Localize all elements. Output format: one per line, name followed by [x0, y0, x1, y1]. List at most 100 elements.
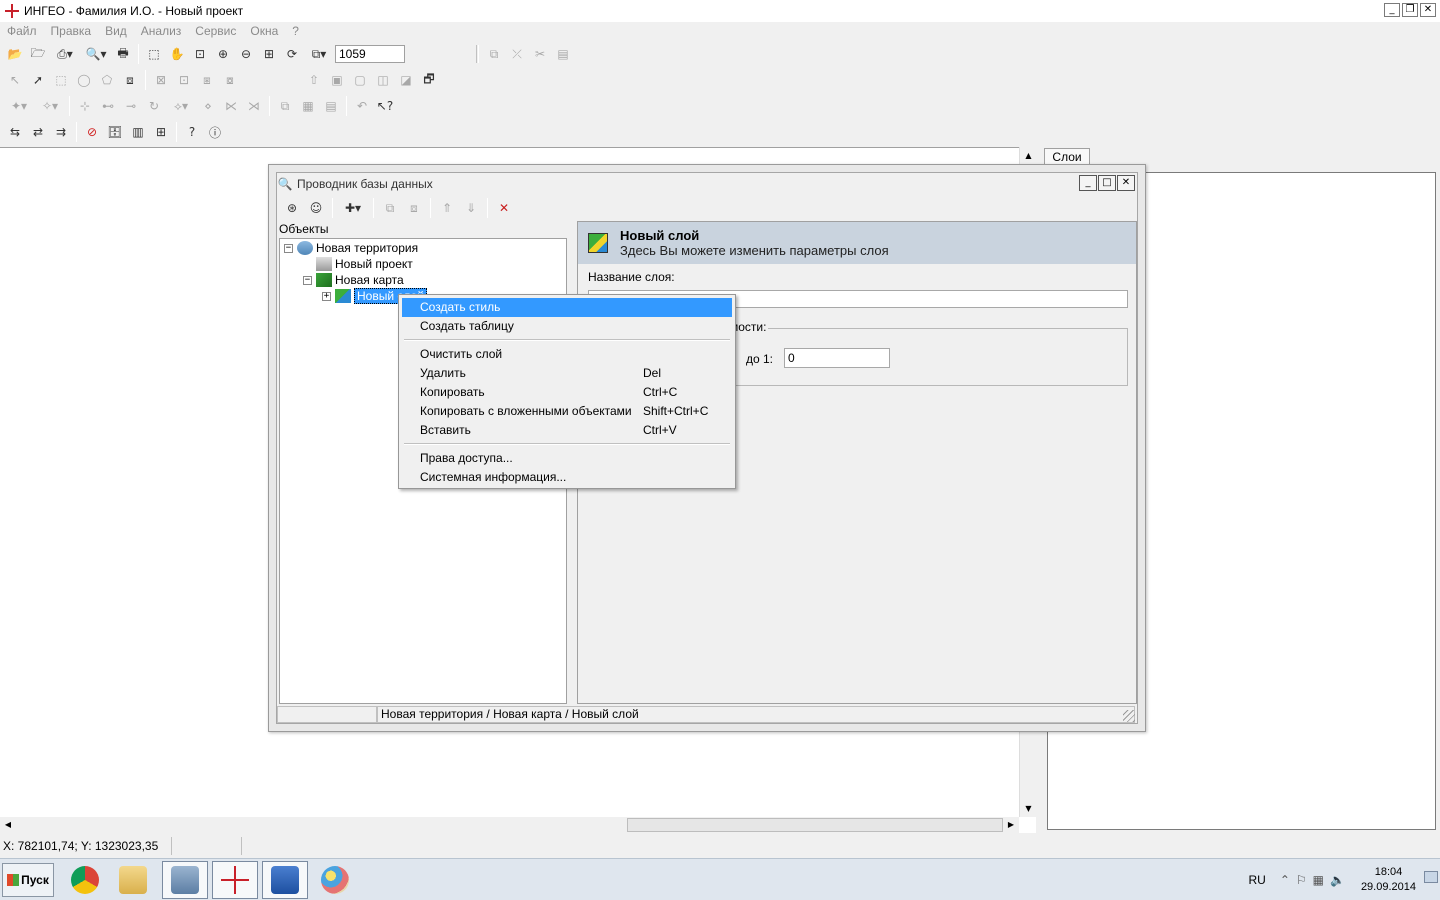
map-horizontal-scrollbar[interactable]: ◀ ▶: [0, 817, 1019, 833]
zoom-out-icon[interactable]: ⊖: [235, 43, 257, 65]
dialog-titlebar[interactable]: 🔍 Проводник базы данных _ □ ✕: [277, 173, 1137, 195]
volume-icon[interactable]: 🔈: [1330, 873, 1345, 887]
user-icon[interactable]: ☺: [305, 197, 327, 219]
menu-copy-nested[interactable]: Копировать с вложенными объектами Shift+…: [402, 402, 732, 421]
chrome-icon: [71, 866, 99, 894]
menu-analysis[interactable]: Анализ: [134, 24, 189, 38]
menu-help[interactable]: ?: [285, 24, 306, 38]
stop-icon[interactable]: ⊘: [81, 121, 103, 143]
print-icon[interactable]: 🖶: [112, 43, 134, 65]
properties-subtitle: Здесь Вы можете изменить параметры слоя: [620, 243, 889, 258]
taskbar-explorer[interactable]: [110, 861, 156, 899]
close-button[interactable]: ✕: [1420, 3, 1436, 17]
report-icon: ▤: [325, 99, 337, 113]
scroll-right-icon[interactable]: ▶: [1003, 817, 1019, 833]
dialog-title: Проводник базы данных: [297, 177, 433, 191]
scroll-down-icon[interactable]: ▼: [1020, 800, 1037, 817]
select-arrow-icon[interactable]: ↖: [4, 69, 26, 91]
menu-service[interactable]: Сервис: [188, 24, 243, 38]
dialog-minimize-button[interactable]: _: [1079, 175, 1097, 191]
context-help-icon[interactable]: ↖?: [374, 95, 396, 117]
style-icon[interactable]: ▥: [127, 121, 149, 143]
paint-palette-icon: [321, 866, 349, 894]
print-dropdown-icon[interactable]: ⎙▾: [50, 43, 80, 65]
snap-icon: ⋊: [248, 99, 260, 113]
menu-access-rights[interactable]: Права доступа...: [402, 449, 732, 468]
scroll-up-icon[interactable]: ▲: [1020, 147, 1037, 164]
menu-paste[interactable]: Вставить Ctrl+V: [402, 421, 732, 440]
windows-flag-icon: [7, 874, 20, 886]
scroll-thumb[interactable]: [627, 818, 1003, 832]
object-info-icon[interactable]: ⓘ: [204, 121, 226, 143]
measure-icon[interactable]: ⇆: [4, 121, 26, 143]
menu-windows[interactable]: Окна: [243, 24, 285, 38]
measure-route-icon[interactable]: ⇉: [50, 121, 72, 143]
language-indicator[interactable]: RU: [1248, 873, 1265, 887]
layers-manage-icon[interactable]: 🗗: [418, 69, 440, 91]
show-desktop-button[interactable]: [1424, 871, 1438, 883]
menu-system-info[interactable]: Системная информация...: [402, 468, 732, 487]
menu-view[interactable]: Вид: [98, 24, 134, 38]
object-query-icon[interactable]: ?: [181, 121, 203, 143]
menu-create-table[interactable]: Создать таблицу: [402, 317, 732, 336]
connect-db-icon[interactable]: ⊛: [281, 197, 303, 219]
menu-delete[interactable]: Удалить Del: [402, 364, 732, 383]
pan-hand-icon[interactable]: ✋: [166, 43, 188, 65]
clock[interactable]: 18:04 29.09.2014: [1361, 865, 1416, 895]
network-icon[interactable]: ▦: [1313, 873, 1324, 887]
menu-file[interactable]: Файл: [0, 24, 44, 38]
dialog-close-button[interactable]: ✕: [1117, 175, 1135, 191]
statusbar: X: 782101,74; Y: 1323023,35: [0, 837, 1440, 857]
layer-name-label: Название слоя:: [588, 270, 675, 284]
tree-collapse-icon[interactable]: −: [303, 275, 312, 285]
zoom-in-icon[interactable]: ⊕: [212, 43, 234, 65]
action-center-flag-icon[interactable]: ⚐: [1296, 873, 1307, 887]
start-button[interactable]: Пуск: [2, 863, 54, 897]
menu-item-label: Права доступа...: [420, 451, 513, 465]
edit-arrow-icon[interactable]: ➚: [27, 69, 49, 91]
toolbar-separator: [346, 96, 347, 116]
measure-area-icon[interactable]: ⇄: [27, 121, 49, 143]
menu-create-style[interactable]: Создать стиль: [402, 298, 732, 317]
menu-clear-layer[interactable]: Очистить слой: [402, 345, 732, 364]
select-region-icon[interactable]: ⬚: [143, 43, 165, 65]
scale-input[interactable]: 1059: [335, 45, 405, 63]
tree-expand-icon[interactable]: +: [322, 291, 331, 301]
scroll-left-icon[interactable]: ◀: [0, 817, 16, 833]
taskbar-ingeo[interactable]: [212, 861, 258, 899]
taskbar-computer[interactable]: [162, 861, 208, 899]
delete-icon[interactable]: ✕: [493, 197, 515, 219]
rotate-icon: ↻: [148, 99, 160, 113]
query-icon[interactable]: ⊞: [150, 121, 172, 143]
menu-edit[interactable]: Правка: [44, 24, 99, 38]
zoom-refresh-icon[interactable]: ⟳: [281, 43, 303, 65]
tree-item-territory[interactable]: − Новая территория: [284, 240, 418, 256]
new-item-dropdown-icon[interactable]: ✚▾: [338, 197, 368, 219]
restore-button[interactable]: ❐: [1402, 3, 1418, 17]
minimize-button[interactable]: _: [1384, 3, 1400, 17]
paste-item-icon: ⧈: [410, 200, 418, 215]
scale-to-input[interactable]: 0: [784, 348, 890, 368]
tree-item-project[interactable]: Новый проект: [316, 256, 413, 272]
menu-copy[interactable]: Копировать Ctrl+C: [402, 383, 732, 402]
open-map-icon[interactable]: 🗁: [27, 43, 49, 65]
open-project-icon[interactable]: 📂: [4, 43, 26, 65]
tray-expand-icon[interactable]: ⌃: [1280, 873, 1290, 887]
zoom-window-icon[interactable]: ⊡: [189, 43, 211, 65]
tree-item-map[interactable]: − Новая карта: [303, 272, 404, 288]
dialog-maximize-button[interactable]: □: [1098, 175, 1116, 191]
tree-collapse-icon[interactable]: −: [284, 243, 293, 253]
zoom-extent-icon[interactable]: ⊞: [258, 43, 280, 65]
resize-grip-icon[interactable]: [1123, 710, 1135, 722]
search-dropdown-icon[interactable]: 🔍▾: [81, 43, 111, 65]
database-icon[interactable]: 🗄: [104, 121, 126, 143]
select-layer-icon[interactable]: ⧈: [119, 69, 141, 91]
taskbar-word[interactable]: [262, 861, 308, 899]
objects-header: Объекты: [279, 222, 329, 236]
taskbar-paint[interactable]: [312, 861, 358, 899]
front-icon: ▣: [331, 73, 343, 87]
taskbar-chrome[interactable]: [62, 861, 108, 899]
menu-item-label: Создать стиль: [420, 300, 501, 314]
menu-item-label: Копировать: [420, 385, 485, 399]
scale-dropdown-icon[interactable]: ⧉▾: [304, 43, 334, 65]
